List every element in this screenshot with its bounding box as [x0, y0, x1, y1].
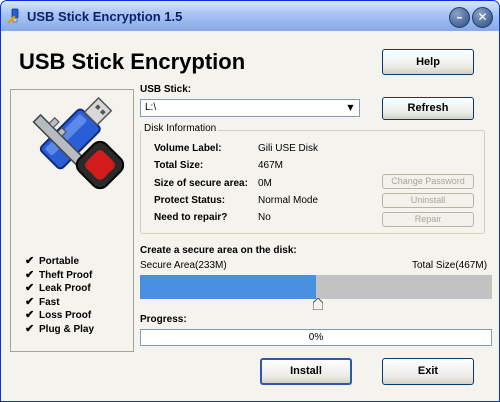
- checkmark-icon: ✔: [25, 268, 35, 281]
- change-password-button[interactable]: Change Password: [382, 174, 474, 189]
- volume-label-value: Gili USE Disk: [258, 143, 319, 154]
- refresh-button[interactable]: Refresh: [382, 97, 474, 120]
- need-repair-label: Need to repair?: [154, 212, 228, 223]
- feature-item: ✔ Plug & Play: [25, 322, 95, 335]
- total-size-label-right: Total Size(467M): [412, 260, 488, 271]
- client-area: USB Stick Encryption Help ✔ Portable ✔ T…: [1, 31, 499, 401]
- usb-stick-label: USB Stick:: [140, 84, 192, 95]
- feature-panel: ✔ Portable ✔ Theft Proof ✔ Leak Proof ✔ Fast…: [10, 89, 134, 352]
- uninstall-button[interactable]: Uninstall: [382, 193, 474, 208]
- need-repair-value: No: [258, 212, 271, 223]
- feature-item: ✔ Theft Proof: [25, 268, 93, 281]
- window-title: USB Stick Encryption 1.5: [27, 9, 183, 24]
- exit-button[interactable]: Exit: [382, 358, 474, 385]
- checkmark-icon: ✔: [25, 255, 35, 267]
- checkmark-icon: ✔: [25, 309, 35, 321]
- total-size-value: 467M: [258, 160, 284, 171]
- secure-area-fill: [140, 275, 316, 299]
- feature-item: ✔ Loss Proof: [25, 309, 92, 321]
- secure-area-bar[interactable]: [140, 275, 492, 299]
- checkmark-icon: ✔: [25, 322, 35, 335]
- usb-drive-select[interactable]: L:\ ▼: [140, 99, 360, 117]
- protect-status-value: Normal Mode: [258, 195, 319, 206]
- disk-info-title: Disk Information: [142, 123, 219, 134]
- secure-size-value: 0M: [258, 178, 272, 189]
- install-button[interactable]: Install: [260, 358, 352, 385]
- feature-item: ✔ Fast: [25, 295, 60, 308]
- protect-status-label: Protect Status:: [154, 195, 226, 206]
- chevron-down-icon[interactable]: ▼: [343, 101, 358, 115]
- feature-list: ✔ Portable ✔ Theft Proof ✔ Leak Proof ✔ Fast…: [25, 254, 94, 335]
- slider-handle-icon[interactable]: [313, 298, 323, 310]
- close-button[interactable]: ✕: [472, 7, 493, 28]
- usb-drive-value: L:\: [145, 102, 157, 113]
- secure-size-label: Size of secure area:: [154, 178, 248, 189]
- app-heading: USB Stick Encryption: [19, 49, 246, 74]
- secure-area-heading: Create a secure area on the disk:: [140, 245, 297, 256]
- checkmark-icon: ✔: [25, 295, 35, 308]
- volume-label-label: Volume Label:: [154, 143, 222, 154]
- title-bar[interactable]: USB Stick Encryption 1.5 – ✕: [1, 1, 499, 31]
- app-key-icon: [7, 8, 19, 24]
- feature-item: ✔ Portable: [25, 255, 80, 267]
- repair-button[interactable]: Repair: [382, 212, 474, 227]
- minimize-button[interactable]: –: [449, 7, 470, 28]
- checkmark-icon: ✔: [25, 282, 35, 294]
- progress-value: 0%: [308, 332, 324, 343]
- total-size-label: Total Size:: [154, 160, 204, 171]
- help-button[interactable]: Help: [382, 49, 474, 75]
- usb-key-logo-icon: [32, 96, 125, 190]
- feature-item: ✔ Leak Proof: [25, 282, 91, 294]
- app-window: USB Stick Encryption 1.5 – ✕ USB Stick E…: [0, 0, 500, 402]
- progress-bar: 0%: [140, 329, 492, 346]
- secure-area-size-label: Secure Area(233M): [140, 260, 227, 271]
- progress-label: Progress:: [140, 314, 187, 325]
